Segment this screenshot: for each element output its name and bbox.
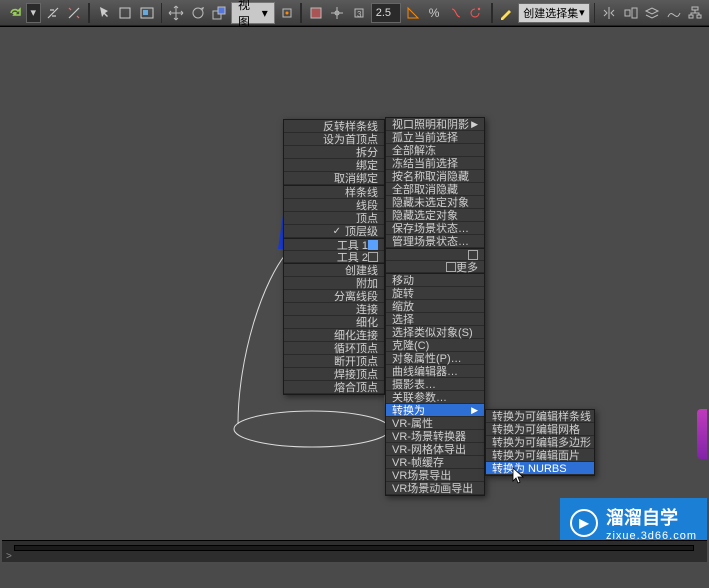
named-sel-label: 创建选择集: [523, 5, 578, 21]
named-sel-combo[interactable]: 创建选择集▾: [518, 3, 589, 23]
menu-item-label: 管理场景状态…: [392, 233, 469, 249]
menu-header-label: 更多: [456, 259, 478, 275]
select-window-icon[interactable]: [137, 2, 157, 24]
select-icon[interactable]: [94, 2, 114, 24]
select-rect-icon[interactable]: [115, 2, 135, 24]
history-dropdown[interactable]: ▾: [26, 3, 42, 23]
snap-options-icon[interactable]: [467, 2, 487, 24]
submenu-arrow-icon: ▶: [471, 119, 478, 130]
angle-snap-icon[interactable]: [403, 2, 423, 24]
schematic-icon[interactable]: [686, 2, 706, 24]
menu-item[interactable]: ✓顶层级: [284, 225, 384, 238]
svg-text:3: 3: [357, 10, 362, 19]
layers-icon[interactable]: [642, 2, 662, 24]
ref-coord-system[interactable]: 视图 ▾: [231, 2, 275, 24]
convert-submenu: 转换为可编辑样条线转换为可编辑网格转换为可编辑多边形转换为可编辑面片转换为 NU…: [485, 409, 595, 476]
snap-angle-input[interactable]: [371, 3, 401, 23]
separator: [491, 3, 493, 23]
timeline-bar[interactable]: >: [2, 540, 707, 562]
menu-item-label: 熔合顶点: [334, 379, 378, 395]
scale-icon[interactable]: [209, 2, 229, 24]
check-icon: ✓: [333, 226, 341, 237]
menu-item[interactable]: VR场景动画导出: [386, 482, 484, 495]
play-icon: ▶: [570, 509, 598, 537]
menu-item-label: 转换为 NURBS: [492, 460, 567, 476]
pivot-icon[interactable]: [277, 2, 297, 24]
snap-move-icon[interactable]: [328, 2, 348, 24]
viewport-canvas[interactable]: 反转样条线设为首顶点拆分绑定取消绑定样条线线段顶点✓顶层级工具 1工具 2创建线…: [2, 29, 707, 562]
unlink-icon[interactable]: [65, 2, 85, 24]
menu-item-label: VR场景动画导出: [392, 480, 473, 496]
separator: [161, 3, 163, 23]
script-prompt: >: [6, 551, 12, 562]
spinner-snap-icon[interactable]: [446, 2, 466, 24]
quad-menu-right: 视口照明和阴影▶孤立当前选择全部解冻冻结当前选择按名称取消隐藏全部取消隐藏隐藏未…: [385, 117, 485, 496]
menu-item[interactable]: 管理场景状态…: [386, 235, 484, 248]
quad-menu-header: 工具 1: [284, 239, 384, 251]
edit-named-sel-icon[interactable]: [497, 2, 517, 24]
brand-text: 溜溜自学: [606, 504, 697, 530]
snap-toggle-icon[interactable]: 3: [349, 2, 369, 24]
curve-editor-icon[interactable]: [664, 2, 684, 24]
separator: [88, 3, 90, 23]
separator: [594, 3, 596, 23]
menu-item[interactable]: 转换为 NURBS: [486, 462, 594, 475]
submenu-arrow-icon: ▶: [471, 405, 478, 416]
menu-header-toggle[interactable]: [446, 262, 456, 272]
mirror-icon[interactable]: [599, 2, 619, 24]
timeline-scrub[interactable]: [14, 545, 694, 551]
quad-menu-left: 反转样条线设为首顶点拆分绑定取消绑定样条线线段顶点✓顶层级工具 1工具 2创建线…: [283, 119, 385, 395]
main-toolbar: ▾ 视图 ▾ 3 % 创建选择集▾: [0, 0, 709, 26]
align-icon[interactable]: [621, 2, 641, 24]
link-icon[interactable]: [43, 2, 63, 24]
manipulate-icon[interactable]: [306, 2, 326, 24]
percent-snap-icon[interactable]: %: [424, 2, 444, 24]
viewport[interactable]: 反转样条线设为首顶点拆分绑定取消绑定样条线线段顶点✓顶层级工具 1工具 2创建线…: [0, 26, 709, 564]
edge-gizmo: [697, 409, 707, 459]
rotate-icon[interactable]: [188, 2, 208, 24]
redo-icon[interactable]: [4, 2, 24, 24]
menu-header-toggle[interactable]: [368, 240, 378, 250]
menu-header-toggle[interactable]: [368, 252, 378, 262]
menu-item[interactable]: 熔合顶点: [284, 381, 384, 394]
separator: [300, 3, 302, 23]
move-icon[interactable]: [166, 2, 186, 24]
